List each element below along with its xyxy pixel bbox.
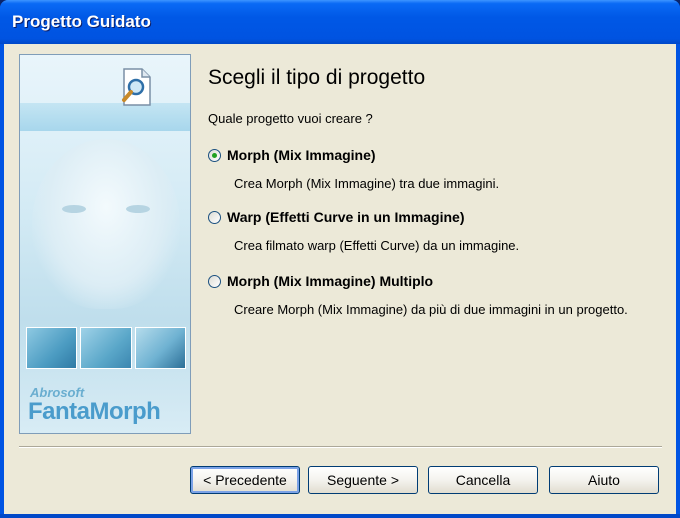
- wizard-window: Progetto Guidato Abrosoft FantaMorph Sce…: [0, 0, 680, 518]
- radio-morph[interactable]: [208, 148, 221, 162]
- radio-warp[interactable]: [208, 210, 221, 224]
- wizard-body: Abrosoft FantaMorph Scegli il tipo di pr…: [4, 44, 676, 514]
- document-search-icon: [122, 68, 151, 106]
- face-eye-right: [126, 205, 150, 213]
- face-image: [32, 139, 180, 309]
- option-warp[interactable]: Warp (Effetti Curve in un Immagine): [208, 209, 465, 225]
- back-button[interactable]: < Precedente: [190, 466, 300, 494]
- wizard-artwork: Abrosoft FantaMorph: [19, 54, 191, 434]
- footer-separator: [19, 446, 662, 448]
- option-warp-description: Crea filmato warp (Effetti Curve) da un …: [234, 238, 520, 253]
- window-frame-bottom: [0, 514, 680, 518]
- thumbnail-cheetah: [134, 327, 186, 369]
- window-title: Progetto Guidato: [12, 12, 151, 31]
- thumbnail-face: [26, 327, 78, 369]
- option-multi-morph-description: Creare Morph (Mix Immagine) da più di du…: [234, 302, 628, 317]
- thumbnail-blend: [80, 327, 132, 369]
- option-morph-description: Crea Morph (Mix Immagine) tra due immagi…: [234, 176, 500, 191]
- radio-multi-morph[interactable]: [208, 274, 221, 288]
- help-button[interactable]: Aiuto: [549, 466, 659, 494]
- cancel-button[interactable]: Cancella: [428, 466, 538, 494]
- artwork-band: [20, 103, 190, 131]
- next-button[interactable]: Seguente >: [308, 466, 418, 494]
- option-multi-morph[interactable]: Morph (Mix Immagine) Multiplo: [208, 273, 433, 289]
- page-title: Scegli il tipo di progetto: [208, 66, 426, 89]
- option-multi-morph-label[interactable]: Morph (Mix Immagine) Multiplo: [227, 273, 433, 289]
- title-bar[interactable]: Progetto Guidato: [0, 0, 680, 44]
- brand-product: FantaMorph: [28, 398, 161, 425]
- face-eye-left: [62, 205, 86, 213]
- option-morph[interactable]: Morph (Mix Immagine): [208, 147, 376, 163]
- option-warp-label[interactable]: Warp (Effetti Curve in un Immagine): [227, 209, 465, 225]
- option-morph-label[interactable]: Morph (Mix Immagine): [227, 147, 376, 163]
- morph-thumbnails: [26, 327, 186, 369]
- page-question: Quale progetto vuoi creare ?: [208, 111, 373, 126]
